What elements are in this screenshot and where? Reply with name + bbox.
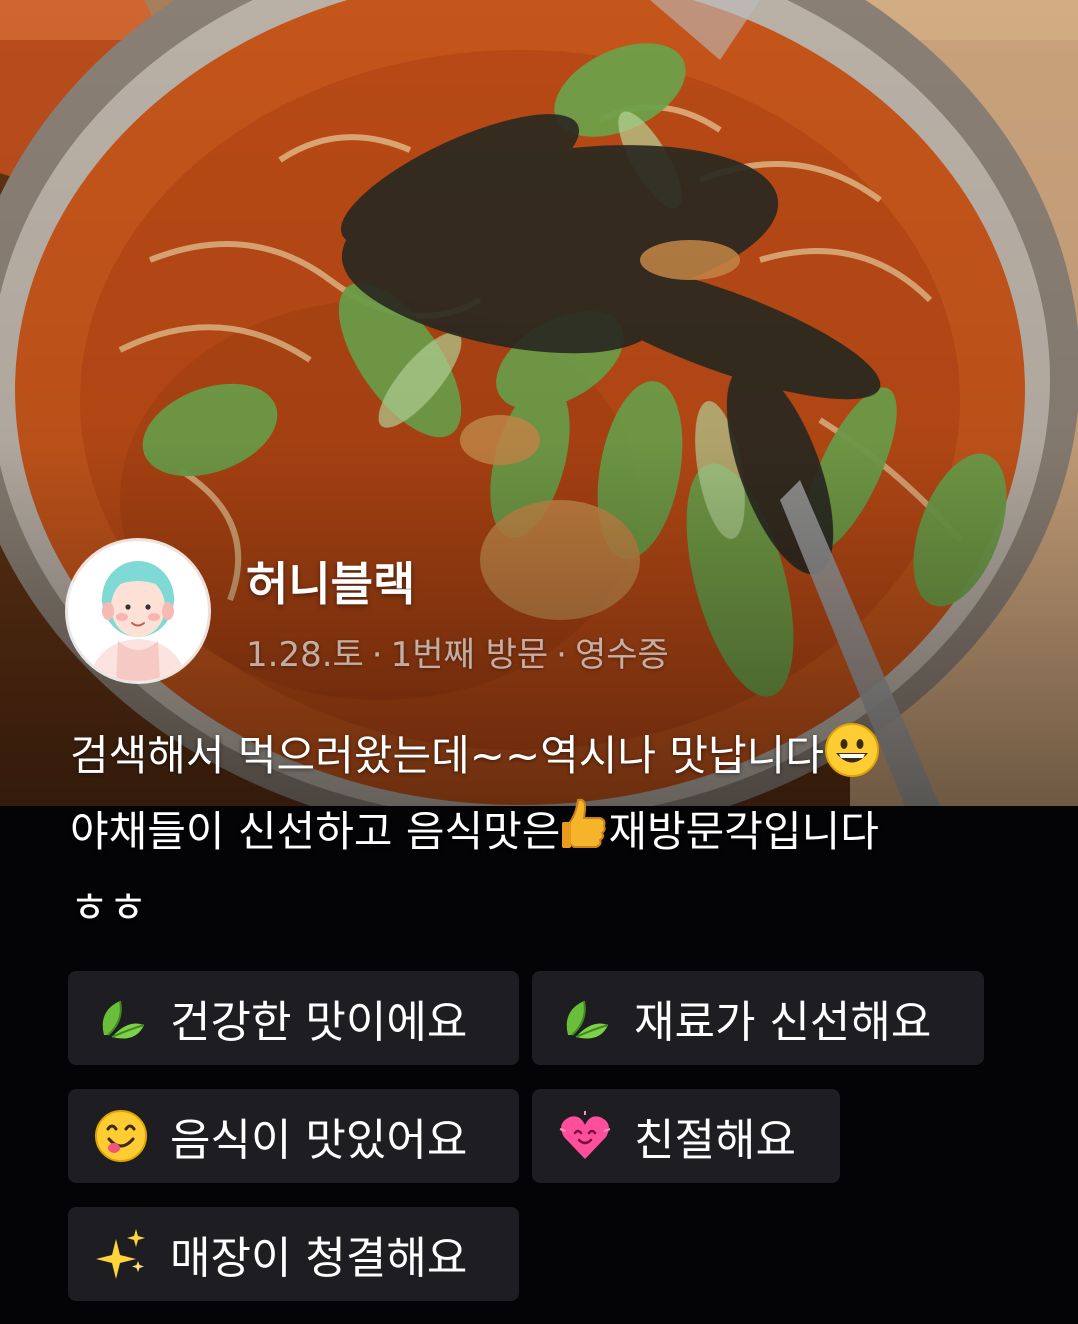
separator: ·	[371, 635, 383, 675]
smiling-heart-icon	[558, 1109, 612, 1163]
tag-fresh-ingredients[interactable]: 재료가 신선해요	[532, 971, 984, 1065]
sparkles-icon	[94, 1227, 148, 1281]
tag-tasty-food[interactable]: 음식이 맛있어요	[68, 1089, 519, 1183]
thumbs-up-icon	[560, 796, 608, 878]
visit-count: 1번째 방문	[390, 635, 549, 675]
review-line-text: 야채들이 신선하고 음식맛은	[70, 807, 561, 856]
review-line: 검색해서 먹으러왔는데~~역시나 맛납니다	[70, 718, 1030, 794]
tag-friendly[interactable]: 친절해요	[532, 1089, 840, 1183]
tag-label: 음식이 맛있어요	[170, 1115, 468, 1166]
review-line-text: 재방문각입니다	[608, 807, 879, 856]
review-line: 야채들이 신선하고 음식맛은 재방문각입니다	[70, 794, 1030, 870]
receipt-badge[interactable]: 영수증	[575, 635, 669, 675]
leaf-icon	[558, 991, 612, 1045]
tag-healthy-taste[interactable]: 건강한 맛이에요	[68, 971, 519, 1065]
tag-label: 매장이 청결해요	[170, 1233, 468, 1284]
photo-overlay	[0, 0, 1078, 806]
review-line: ㅎㅎ	[70, 870, 1030, 946]
tag-label: 친절해요	[634, 1115, 796, 1166]
grinning-face-icon	[824, 722, 880, 802]
separator: ·	[556, 635, 567, 675]
yum-face-icon	[94, 1109, 148, 1163]
visit-meta: 1.28.토 · 1번째 방문 · 영수증	[246, 627, 669, 676]
tag-clean-store[interactable]: 매장이 청결해요	[68, 1207, 519, 1301]
review-text[interactable]: 검색해서 먹으러왔는데~~역시나 맛납니다 야채들이 신선하고 음식맛은 재방문각…	[70, 718, 1030, 946]
review-line-text: ㅎㅎ	[70, 883, 148, 932]
avatar[interactable]	[68, 541, 208, 681]
review-photo[interactable]	[0, 0, 1078, 806]
username[interactable]: 허니블랙	[246, 548, 415, 614]
visit-date: 1.28.토	[246, 635, 364, 675]
avatar-illustration	[68, 541, 208, 681]
tag-label: 건강한 맛이에요	[170, 997, 468, 1048]
leaf-icon	[94, 991, 148, 1045]
tag-label: 재료가 신선해요	[634, 997, 932, 1048]
review-line-text: 검색해서 먹으러왔는데~~역시나 맛납니다	[70, 731, 824, 780]
